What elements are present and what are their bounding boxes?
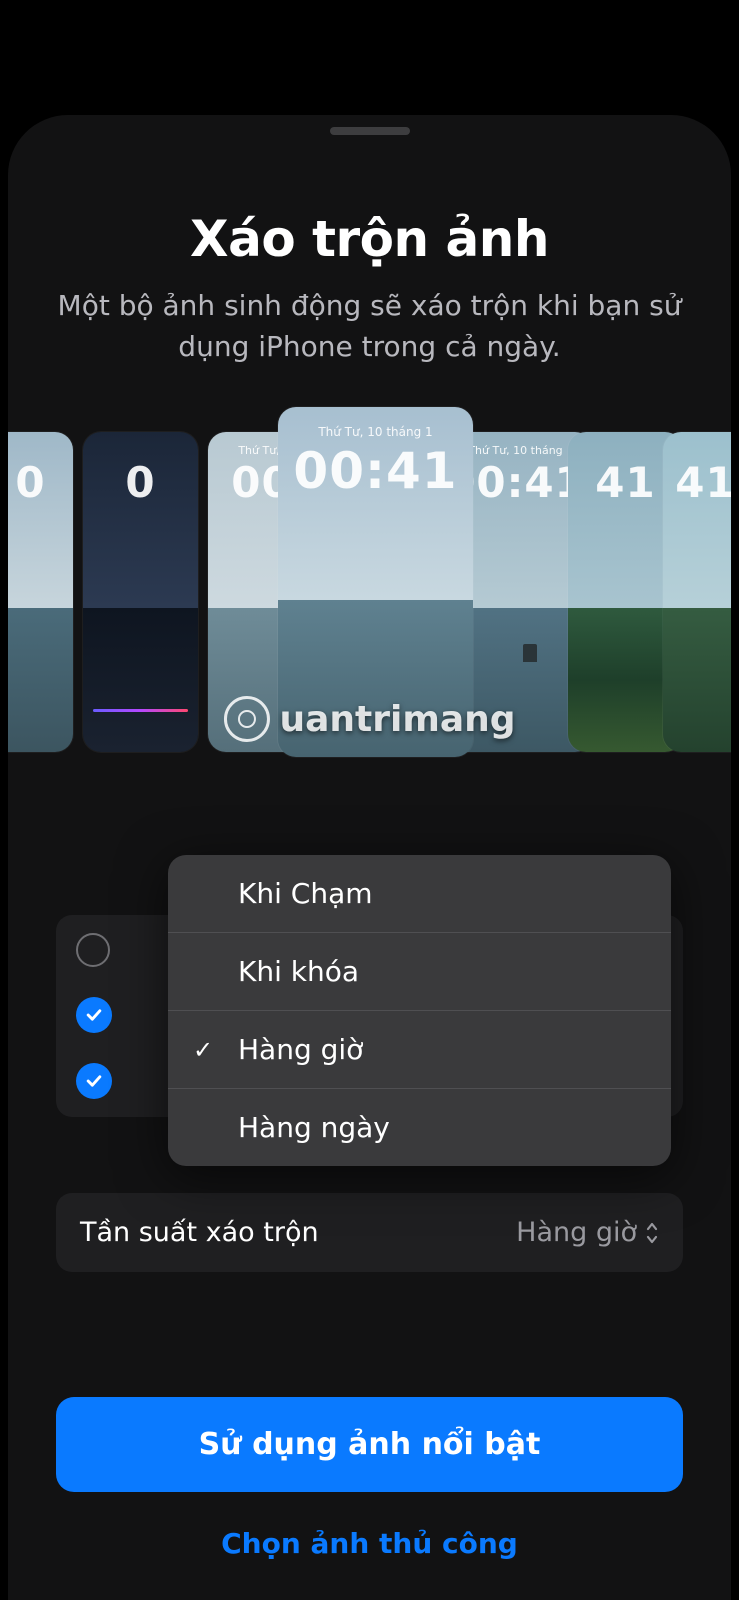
wallpaper-card[interactable]: 0 bbox=[8, 432, 73, 752]
card-time: 0 bbox=[8, 458, 73, 507]
link-label: Chọn ảnh thủ công bbox=[221, 1527, 518, 1560]
page-subtitle: Một bộ ảnh sinh động sẽ xáo trộn khi bạn… bbox=[56, 286, 683, 367]
card-time: 0 bbox=[83, 458, 198, 507]
checked-icon bbox=[76, 997, 112, 1033]
popup-option-label: Hàng ngày bbox=[238, 1111, 390, 1144]
card-date: Thứ Tư, 10 tháng 1 bbox=[278, 425, 473, 439]
home-indicator bbox=[330, 127, 410, 135]
unchecked-icon bbox=[76, 933, 110, 967]
popup-option-on-lock[interactable]: Khi khóa bbox=[168, 933, 671, 1011]
frequency-value: Hàng giờ bbox=[516, 1217, 637, 1248]
page-title: Xáo trộn ảnh bbox=[8, 210, 731, 268]
card-time: 00:41 bbox=[278, 442, 473, 500]
button-label: Sử dụng ảnh nổi bật bbox=[199, 1427, 541, 1462]
watermark: uantrimang bbox=[223, 696, 515, 742]
frequency-popup: Khi Chạm Khi khóa ✓ Hàng giờ Hàng ngày bbox=[168, 855, 671, 1166]
frequency-row[interactable]: Tần suất xáo trộn Hàng giờ bbox=[56, 1193, 683, 1272]
frequency-label: Tần suất xáo trộn bbox=[80, 1217, 319, 1248]
checkmark-icon: ✓ bbox=[193, 1036, 213, 1064]
phone-screen: Xáo trộn ảnh Một bộ ảnh sinh động sẽ xáo… bbox=[8, 115, 731, 1600]
watermark-logo-icon bbox=[223, 696, 269, 742]
wallpaper-carousel[interactable]: 0 0 Thứ Tư, 10 tháng 00:4 Thứ Tư, 10 thá… bbox=[8, 392, 731, 737]
watermark-text: uantrimang bbox=[279, 699, 515, 740]
popup-option-on-tap[interactable]: Khi Chạm bbox=[168, 855, 671, 933]
popup-option-label: Hàng giờ bbox=[238, 1033, 363, 1066]
choose-manually-link[interactable]: Chọn ảnh thủ công bbox=[8, 1527, 731, 1560]
popup-option-label: Khi Chạm bbox=[238, 877, 373, 910]
checked-icon bbox=[76, 1063, 112, 1099]
popup-option-label: Khi khóa bbox=[238, 955, 359, 988]
use-featured-photos-button[interactable]: Sử dụng ảnh nổi bật bbox=[56, 1397, 683, 1492]
wallpaper-card[interactable]: 41 bbox=[663, 432, 731, 752]
updown-chevron-icon bbox=[645, 1221, 659, 1245]
wallpaper-card[interactable]: 0 bbox=[83, 432, 198, 752]
card-time: 41 bbox=[663, 458, 731, 507]
popup-option-daily[interactable]: Hàng ngày bbox=[168, 1089, 671, 1166]
popup-option-hourly[interactable]: ✓ Hàng giờ bbox=[168, 1011, 671, 1089]
